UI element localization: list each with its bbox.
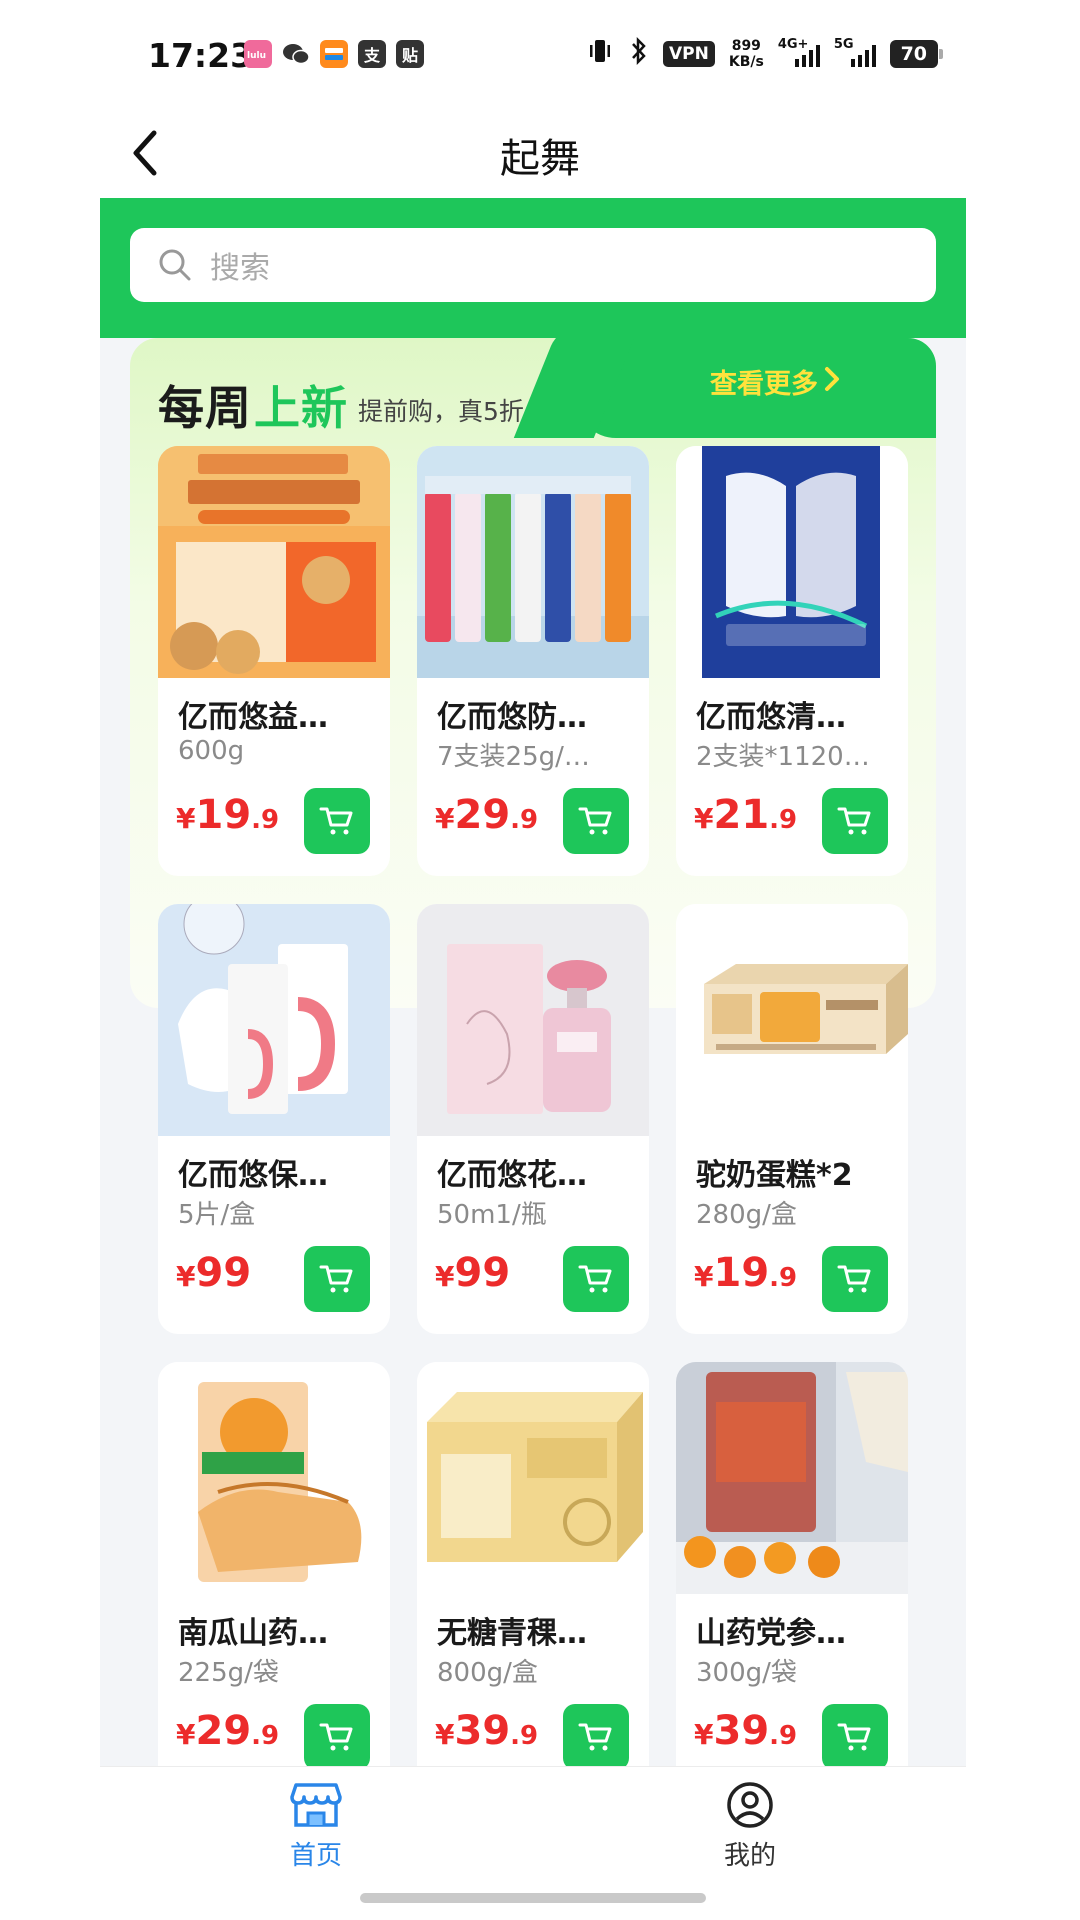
product-image (676, 446, 908, 678)
product-spec: 280g/盒 (696, 1200, 797, 1230)
add-to-cart-button[interactable] (563, 788, 629, 854)
product-image (158, 1362, 390, 1594)
product-card[interactable]: 驼奶蛋糕*2 280g/盒 ¥19.9 (676, 904, 908, 1334)
add-to-cart-button[interactable] (304, 1704, 370, 1766)
product-name: 驼奶蛋糕*2 (696, 1158, 853, 1193)
page-title: 起舞 (500, 136, 580, 182)
product-card[interactable]: 亿而悠保… 5片/盒 ¥99 (158, 904, 390, 1334)
product-price: ¥19.9 (694, 1250, 798, 1296)
vpn-badge: VPN (663, 40, 715, 67)
product-image (676, 904, 908, 1136)
sticker-app-icon: 贴 (396, 40, 424, 68)
weekly-subtitle: 提前购，真5折 (358, 397, 524, 426)
product-image (417, 446, 649, 678)
cart-icon (319, 1723, 353, 1751)
nav-home[interactable]: 首页 (256, 1781, 376, 1872)
add-to-cart-button[interactable] (822, 1704, 888, 1766)
product-image (417, 904, 649, 1136)
weekly-title-part2: 上新 (254, 381, 348, 435)
page-header: 起舞 (0, 110, 1080, 198)
status-time: 17:23 (148, 36, 254, 75)
svg-text:lulu: lulu (247, 51, 266, 60)
product-card[interactable]: 南瓜山药… 225g/袋 ¥29.9 (158, 1362, 390, 1766)
cart-icon (319, 1265, 353, 1293)
product-name: 亿而悠益… (178, 700, 328, 735)
product-card[interactable]: 亿而悠益… 600g ¥19.9 (158, 446, 390, 876)
product-name: 亿而悠防… (437, 700, 587, 735)
cart-icon (578, 1723, 612, 1751)
add-to-cart-button[interactable] (304, 788, 370, 854)
chevron-right-icon (825, 367, 839, 391)
product-card[interactable]: 亿而悠花… 50m1/瓶 ¥99 (417, 904, 649, 1334)
nav-home-label: 首页 (289, 1841, 342, 1871)
signal-5g-icon: 5G (834, 37, 876, 67)
home-indicator[interactable] (360, 1893, 706, 1903)
product-card[interactable]: 亿而悠清… 2支装*1120… ¥21.9 (676, 446, 908, 876)
product-name: 南瓜山药… (178, 1616, 328, 1651)
cart-icon (837, 807, 871, 835)
add-to-cart-button[interactable] (563, 1246, 629, 1312)
product-name: 亿而悠保… (178, 1158, 328, 1193)
cart-icon (578, 1265, 612, 1293)
product-price: ¥39.9 (694, 1708, 798, 1754)
nav-mine-label: 我的 (723, 1841, 776, 1871)
nav-mine[interactable]: 我的 (690, 1781, 810, 1872)
user-icon (727, 1782, 773, 1828)
add-to-cart-button[interactable] (563, 1704, 629, 1766)
product-price: ¥19.9 (176, 792, 280, 838)
product-name: 山药党参… (696, 1616, 846, 1651)
product-spec: 800g/盒 (437, 1658, 538, 1688)
add-to-cart-button[interactable] (822, 788, 888, 854)
product-price: ¥29.9 (176, 1708, 280, 1754)
product-spec: 600g (178, 736, 245, 766)
search-input[interactable]: 搜索 (130, 228, 936, 302)
signal-4g-icon: 4G+ (778, 37, 820, 67)
product-spec: 225g/袋 (178, 1658, 279, 1688)
search-placeholder: 搜索 (210, 251, 270, 286)
product-name: 亿而悠清… (696, 700, 846, 735)
product-image (676, 1362, 908, 1594)
product-spec: 300g/袋 (696, 1658, 797, 1688)
weekly-title-part1: 每周 (158, 381, 252, 435)
product-price: ¥21.9 (694, 792, 798, 838)
add-to-cart-button[interactable] (822, 1246, 888, 1312)
product-card[interactable]: 亿而悠防… 7支装25g/… ¥29.9 (417, 446, 649, 876)
product-price: ¥29.9 (435, 792, 539, 838)
product-price: ¥99 (176, 1250, 252, 1296)
product-spec: 2支装*1120… (696, 742, 870, 772)
product-image (417, 1362, 649, 1594)
product-name: 亿而悠花… (437, 1158, 587, 1193)
cart-icon (578, 807, 612, 835)
bottom-nav: 首页 我的 (100, 1766, 966, 1872)
store-icon (290, 1783, 342, 1827)
system-icons: VPN 899 KB/s 4G+ 5G 70 (585, 36, 943, 71)
product-image (158, 446, 390, 678)
product-card[interactable]: 无糖青稞… 800g/盒 ¥39.9 (417, 1362, 649, 1766)
vibrate-icon (585, 36, 615, 71)
add-to-cart-button[interactable] (304, 1246, 370, 1312)
taobao-app-icon (320, 40, 348, 68)
cart-icon (319, 807, 353, 835)
store-content[interactable]: 搜索 查看更多 每周 上新 提前购，真5折 亿而悠益… 600g ¥19.9 亿… (100, 198, 966, 1766)
see-more-link[interactable]: 查看更多 (710, 362, 818, 401)
product-price: ¥39.9 (435, 1708, 539, 1754)
search-icon (159, 249, 191, 281)
status-bar: 17:23 lulu 支 贴 VPN 899 KB/s 4G+ 5G 70 (0, 0, 1080, 110)
network-speed: 899 KB/s (728, 37, 764, 70)
product-spec: 5片/盒 (178, 1200, 256, 1230)
product-price: ¥99 (435, 1250, 511, 1296)
cart-icon (837, 1723, 871, 1751)
cart-icon (837, 1265, 871, 1293)
product-name: 无糖青稞… (437, 1616, 587, 1651)
product-card[interactable]: 山药党参… 300g/袋 ¥39.9 (676, 1362, 908, 1766)
notification-icons: lulu 支 贴 (244, 40, 424, 68)
product-image (158, 904, 390, 1136)
product-spec: 7支装25g/… (437, 742, 590, 772)
product-spec: 50m1/瓶 (437, 1200, 547, 1230)
lulu-app-icon: lulu (244, 40, 272, 68)
alipay-icon: 支 (358, 40, 386, 68)
battery-icon: 70 (889, 39, 943, 68)
wechat-icon (282, 40, 310, 68)
bluetooth-icon (629, 36, 649, 71)
